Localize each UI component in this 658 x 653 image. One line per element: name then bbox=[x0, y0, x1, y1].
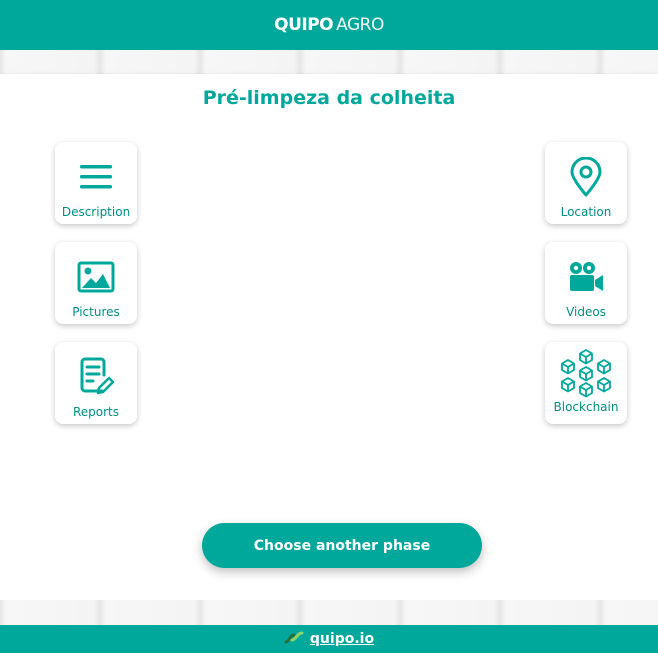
location-label: Location bbox=[560, 205, 612, 219]
blockchain-cubes-icon bbox=[558, 348, 614, 398]
blockchain-label: Blockchain bbox=[553, 400, 619, 414]
map-pin-icon bbox=[566, 157, 606, 197]
videos-label: Videos bbox=[566, 305, 606, 319]
footer-bar: quipo.io bbox=[0, 625, 658, 653]
logo-agro: AGRO bbox=[336, 15, 384, 35]
decorative-band-bottom bbox=[0, 600, 658, 625]
quipo-link-icon bbox=[284, 629, 304, 649]
blockchain-tile[interactable]: Blockchain bbox=[545, 342, 627, 424]
logo-quipo: QUIPO bbox=[274, 15, 334, 35]
page-title: Pré-limpeza da colheita bbox=[202, 87, 456, 109]
hamburger-lines-icon bbox=[76, 157, 116, 197]
location-tile[interactable]: Location bbox=[545, 142, 627, 224]
reports-label: Reports bbox=[72, 405, 120, 419]
description-tile[interactable]: Description bbox=[55, 142, 137, 224]
videos-tile[interactable]: Videos bbox=[545, 242, 627, 324]
decorative-band-top bbox=[0, 50, 658, 74]
video-camera-icon bbox=[566, 257, 606, 297]
pictures-label: Pictures bbox=[72, 305, 120, 319]
document-pencil-icon bbox=[76, 357, 116, 397]
quipo-io-link[interactable]: quipo.io bbox=[310, 631, 374, 647]
choose-another-phase-button[interactable]: Choose another phase bbox=[202, 523, 482, 568]
description-label: Description bbox=[61, 205, 131, 219]
pictures-tile[interactable]: Pictures bbox=[55, 242, 137, 324]
header-bar: QUIPO AGRO bbox=[0, 0, 658, 50]
reports-tile[interactable]: Reports bbox=[55, 342, 137, 424]
image-icon bbox=[76, 257, 116, 297]
